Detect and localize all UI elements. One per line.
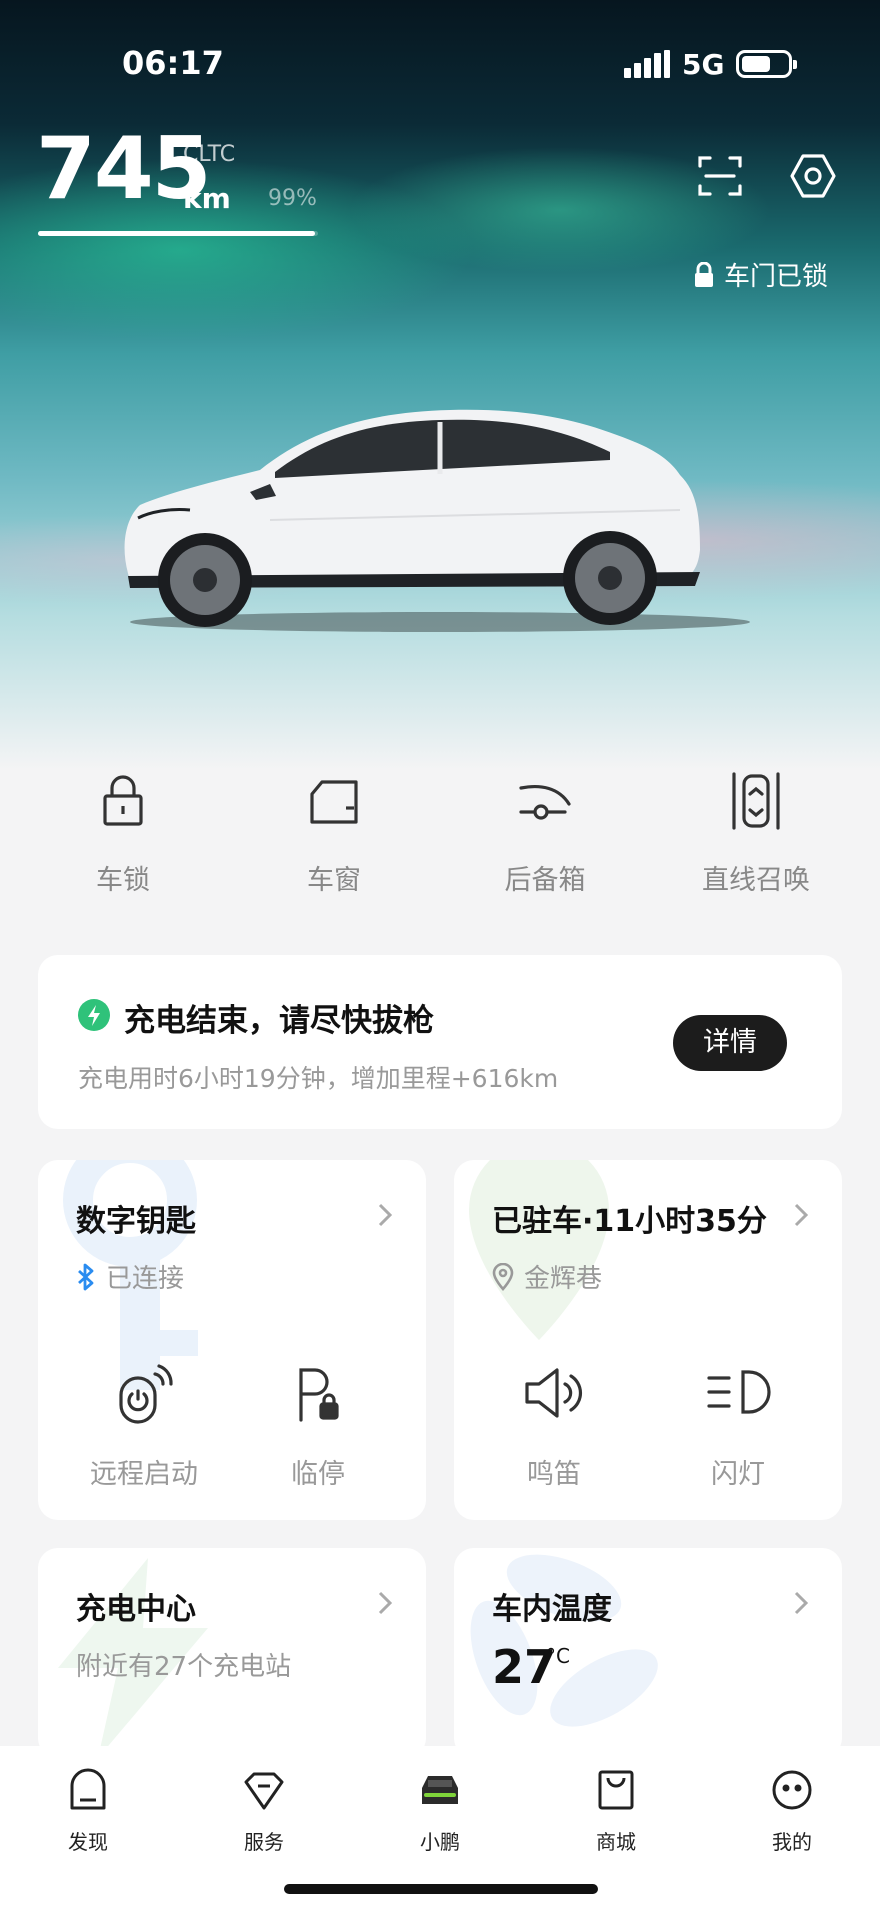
charging-center-subtitle: 附近有27个充电站	[76, 1652, 292, 1682]
quick-action-summon[interactable]: 直线召唤	[656, 770, 856, 897]
battery-icon	[736, 50, 797, 78]
quick-action-window[interactable]: 车窗	[234, 770, 434, 897]
cabin-temperature-unit: °C	[546, 1644, 570, 1668]
quick-action-label: 后备箱	[504, 865, 586, 896]
parking-title: 已驻车·11小时35分	[492, 1204, 767, 1239]
chevron-right-icon	[794, 1203, 809, 1227]
temp-parking-button[interactable]: 临停	[248, 1360, 388, 1491]
flash-light-button[interactable]: 闪灯	[668, 1360, 808, 1491]
charge-notice-title: 充电结束，请尽快拔枪	[124, 1003, 434, 1039]
battery-percent: 99%	[268, 186, 317, 211]
tab-service[interactable]: 服务	[204, 1766, 324, 1855]
battery-level-bar	[38, 231, 318, 236]
charge-notice-subtitle: 充电用时6小时19分钟，增加里程+616km	[78, 1064, 559, 1093]
lock-status-text: 车门已锁	[724, 262, 829, 292]
lock-icon	[695, 261, 713, 287]
service-icon	[244, 1772, 284, 1810]
tab-discover[interactable]: 发现	[28, 1766, 148, 1855]
bluetooth-icon	[78, 1263, 94, 1290]
quick-action-label: 直线召唤	[702, 865, 810, 896]
quick-action-label: 车窗	[307, 865, 361, 896]
home-indicator[interactable]	[284, 1884, 598, 1894]
quick-action-trunk[interactable]: 后备箱	[445, 770, 645, 897]
profile-icon	[772, 1770, 812, 1810]
digital-key-title: 数字钥匙	[76, 1204, 196, 1239]
car-image[interactable]	[110, 400, 770, 640]
quick-action-lock[interactable]: 车锁	[23, 770, 223, 897]
cellular-signal-icon	[624, 50, 670, 78]
cabin-temperature-card[interactable]: 车内温度 27 °C	[454, 1548, 842, 1758]
chevron-right-icon	[378, 1591, 393, 1615]
mall-icon	[598, 1770, 634, 1810]
parking-location: 金辉巷	[492, 1258, 602, 1295]
tab-label: 小鹏	[420, 1830, 460, 1854]
range-unit: km	[183, 182, 231, 215]
scan-icon	[698, 156, 742, 196]
tab-profile[interactable]: 我的	[732, 1766, 852, 1855]
quick-actions: 车锁 车窗 后备箱 直线召唤	[0, 770, 880, 940]
temp-parking-label: 临停	[291, 1459, 345, 1490]
horn-button[interactable]: 鸣笛	[484, 1360, 624, 1491]
summon-icon	[732, 772, 780, 830]
discover-icon	[70, 1768, 106, 1810]
network-type: 5G	[682, 48, 725, 81]
horn-label: 鸣笛	[527, 1459, 581, 1490]
remote-start-button[interactable]: 远程启动	[74, 1360, 214, 1491]
trunk-icon	[519, 784, 571, 820]
gear-icon	[790, 154, 836, 198]
tab-mall[interactable]: 商城	[556, 1766, 676, 1855]
charge-notice-card[interactable]: 充电结束，请尽快拔枪 充电用时6小时19分钟，增加里程+616km 详情	[38, 955, 842, 1129]
digital-key-status: 已连接	[76, 1258, 184, 1295]
tab-label: 我的	[772, 1830, 812, 1854]
digital-key-status-text: 已连接	[106, 1264, 185, 1294]
charging-bolt-icon	[78, 999, 110, 1031]
status-time: 06:17	[122, 44, 224, 82]
charging-center-title: 充电中心	[76, 1592, 196, 1627]
remote-start-label: 远程启动	[90, 1459, 198, 1490]
scan-button[interactable]	[692, 148, 748, 204]
horn-icon	[525, 1368, 582, 1418]
tab-label: 发现	[68, 1830, 108, 1854]
quick-action-label: 车锁	[96, 865, 150, 896]
car-icon	[422, 1776, 458, 1804]
chevron-right-icon	[794, 1591, 809, 1615]
door-lock-status: 车门已锁	[694, 256, 828, 293]
flash-light-label: 闪灯	[711, 1459, 765, 1490]
chevron-right-icon	[378, 1203, 393, 1227]
digital-key-card[interactable]: 数字钥匙 已连接 远程启动 临停	[38, 1160, 426, 1520]
details-button[interactable]: 详情	[673, 1015, 787, 1071]
temp-parking-icon	[299, 1368, 339, 1422]
remote-start-icon	[119, 1364, 173, 1424]
charging-center-card[interactable]: 充电中心 附近有27个充电站	[38, 1548, 426, 1758]
parking-location-text: 金辉巷	[524, 1264, 603, 1294]
settings-button[interactable]	[785, 148, 841, 204]
tab-xpeng[interactable]: 小鹏	[380, 1766, 500, 1855]
tab-label: 服务	[244, 1830, 284, 1854]
cabin-temperature-title: 车内温度	[492, 1592, 612, 1627]
battery-level-fill	[38, 231, 316, 236]
tab-label: 商城	[596, 1830, 636, 1854]
window-icon	[310, 780, 358, 824]
flash-light-icon	[707, 1370, 771, 1414]
parking-card[interactable]: 已驻车·11小时35分 金辉巷 鸣笛 闪灯	[454, 1160, 842, 1520]
range-standard: CLTC	[183, 142, 236, 167]
status-bar: 06:17 5G	[0, 0, 880, 130]
location-pin-icon	[492, 1262, 514, 1291]
lock-icon	[103, 775, 143, 826]
